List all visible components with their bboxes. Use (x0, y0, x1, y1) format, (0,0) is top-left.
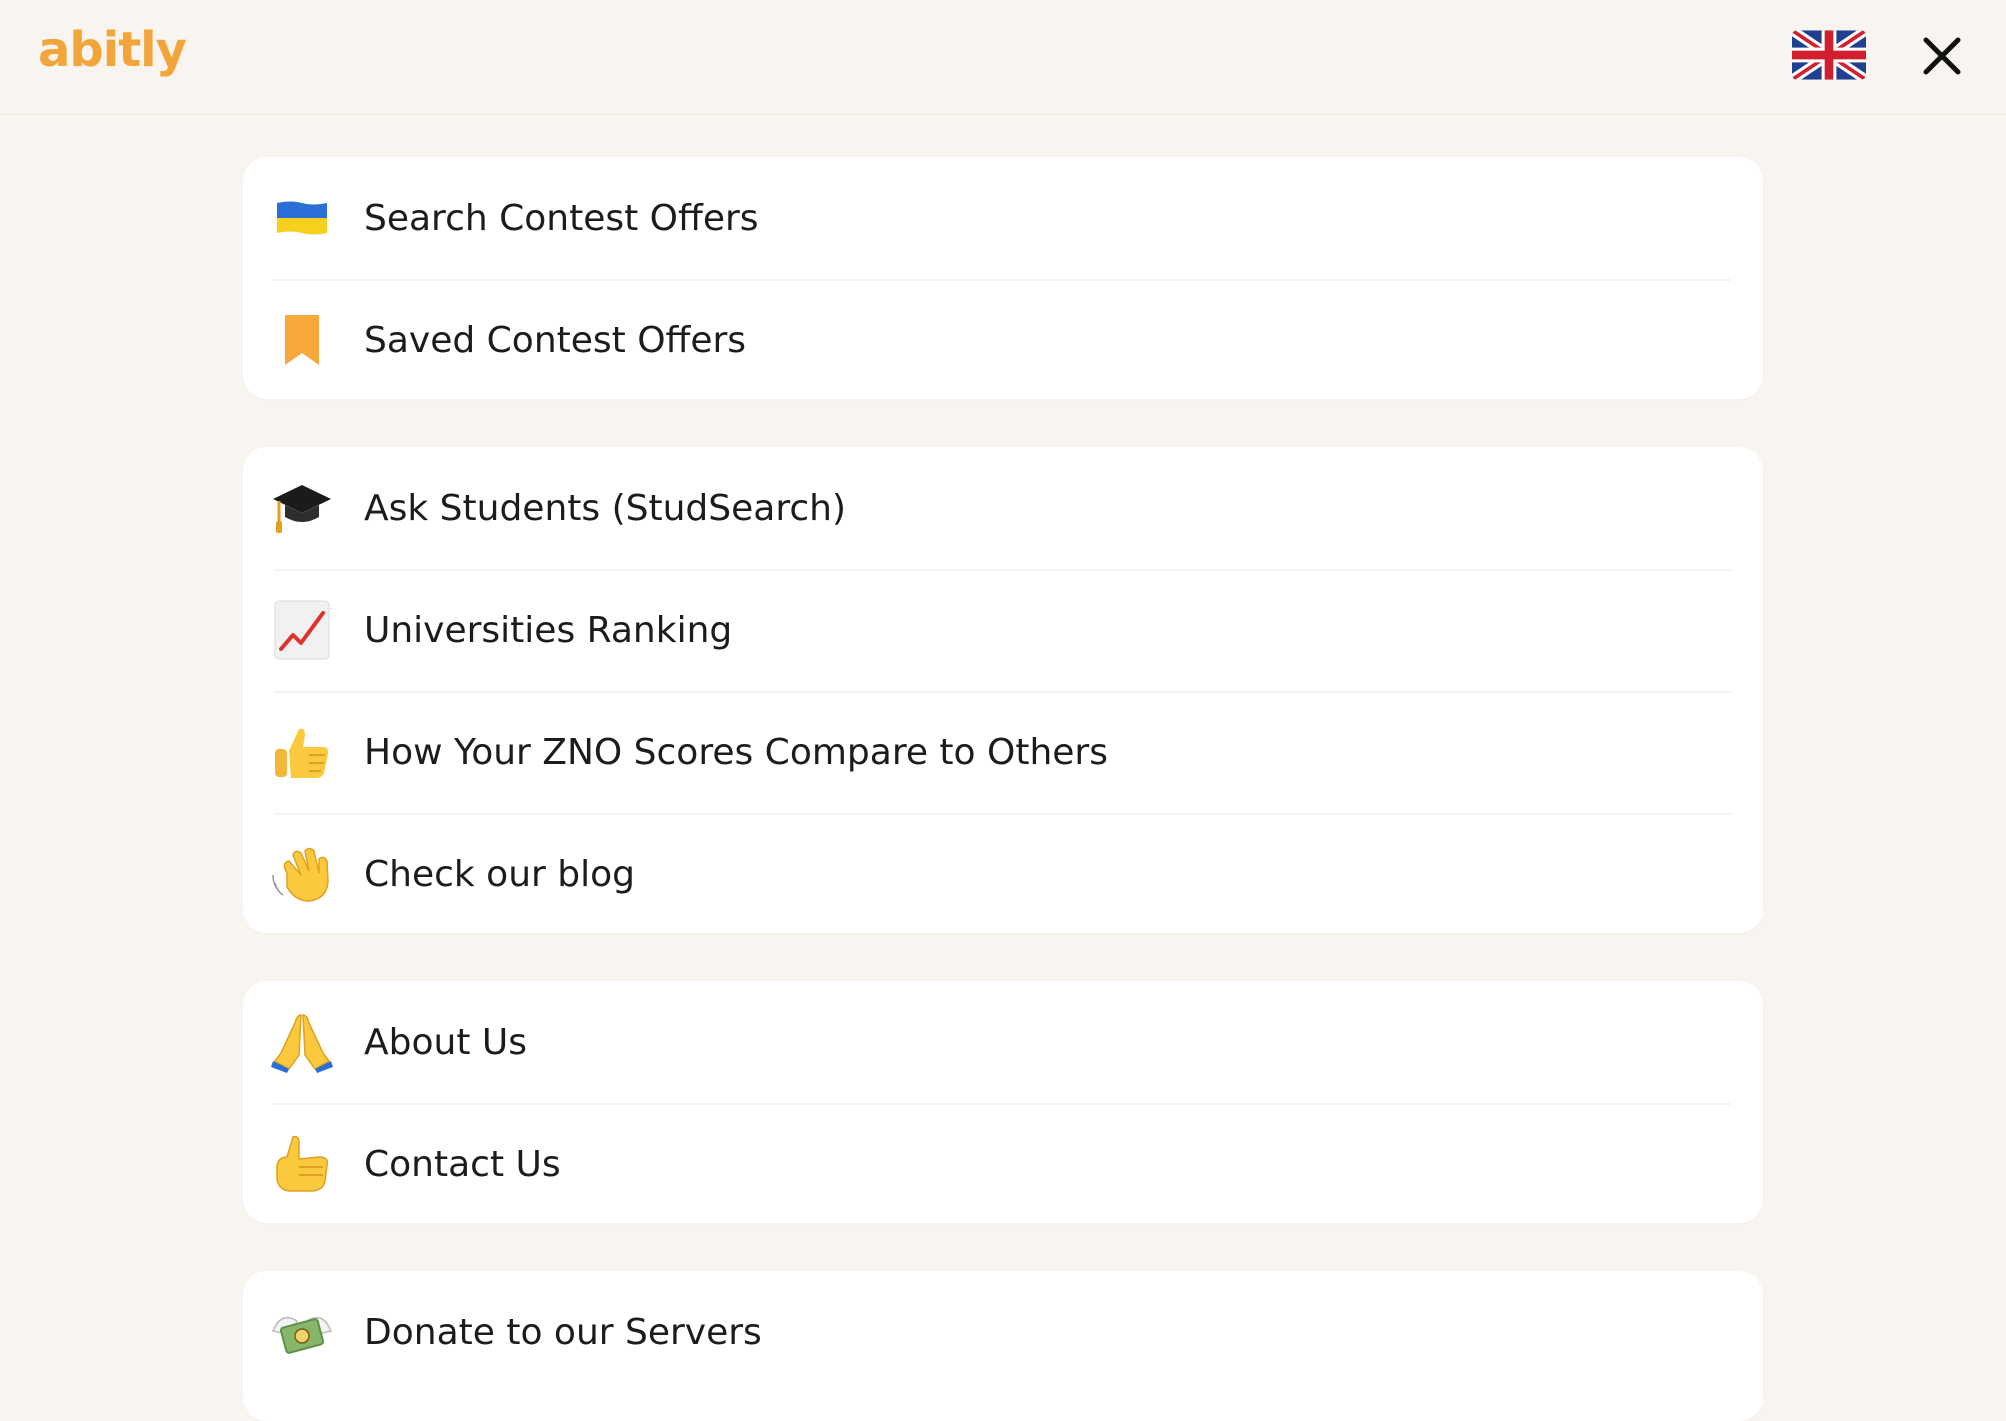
close-icon[interactable] (1918, 32, 1966, 80)
logo[interactable]: abitly (38, 22, 187, 78)
menu-item-search-contest-offers[interactable]: Search Contest Offers (243, 157, 1763, 279)
menu-group-offers: Search Contest Offers Saved Contest Offe… (243, 157, 1763, 399)
menu-item-label: Check our blog (364, 853, 636, 895)
uk-flag-icon[interactable] (1792, 28, 1866, 82)
menu-item-contact-us[interactable]: Contact Us (243, 1103, 1763, 1223)
bookmark-icon (271, 309, 333, 371)
menu-group-tools: Ask Students (StudSearch) Universities R… (243, 447, 1763, 933)
menu-item-label: Search Contest Offers (364, 197, 759, 239)
menu-item-label: Donate to our Servers (364, 1311, 762, 1353)
ukraine-flag-icon (271, 187, 333, 249)
menu-item-label: How Your ZNO Scores Compare to Others (364, 731, 1108, 773)
menu-group-donate: Donate to our Servers (243, 1271, 1763, 1421)
call-me-hand-icon (271, 1133, 333, 1195)
menu-item-about-us[interactable]: About Us (243, 981, 1763, 1103)
waving-hand-icon (271, 843, 333, 905)
menu-item-check-blog[interactable]: Check our blog (243, 813, 1763, 933)
menu-item-saved-contest-offers[interactable]: Saved Contest Offers (243, 279, 1763, 399)
money-with-wings-icon (271, 1301, 333, 1363)
menu-item-label: About Us (364, 1021, 527, 1063)
top-bar: abitly (0, 0, 2006, 115)
menu-group-about: About Us Contact Us (243, 981, 1763, 1223)
menu-item-universities-ranking[interactable]: Universities Ranking (243, 569, 1763, 691)
folded-hands-icon (271, 1011, 333, 1073)
menu-item-label: Saved Contest Offers (364, 319, 747, 361)
thumbs-up-icon (271, 721, 333, 783)
menu-item-donate[interactable]: Donate to our Servers (243, 1271, 1763, 1393)
chart-increasing-icon (271, 599, 333, 661)
menu-item-label: Contact Us (364, 1143, 561, 1185)
menu-item-label: Ask Students (StudSearch) (364, 487, 846, 529)
menu-item-zno-scores-compare[interactable]: How Your ZNO Scores Compare to Others (243, 691, 1763, 813)
graduation-cap-icon (271, 477, 333, 539)
menu-item-label: Universities Ranking (364, 609, 733, 651)
menu-item-ask-students[interactable]: Ask Students (StudSearch) (243, 447, 1763, 569)
